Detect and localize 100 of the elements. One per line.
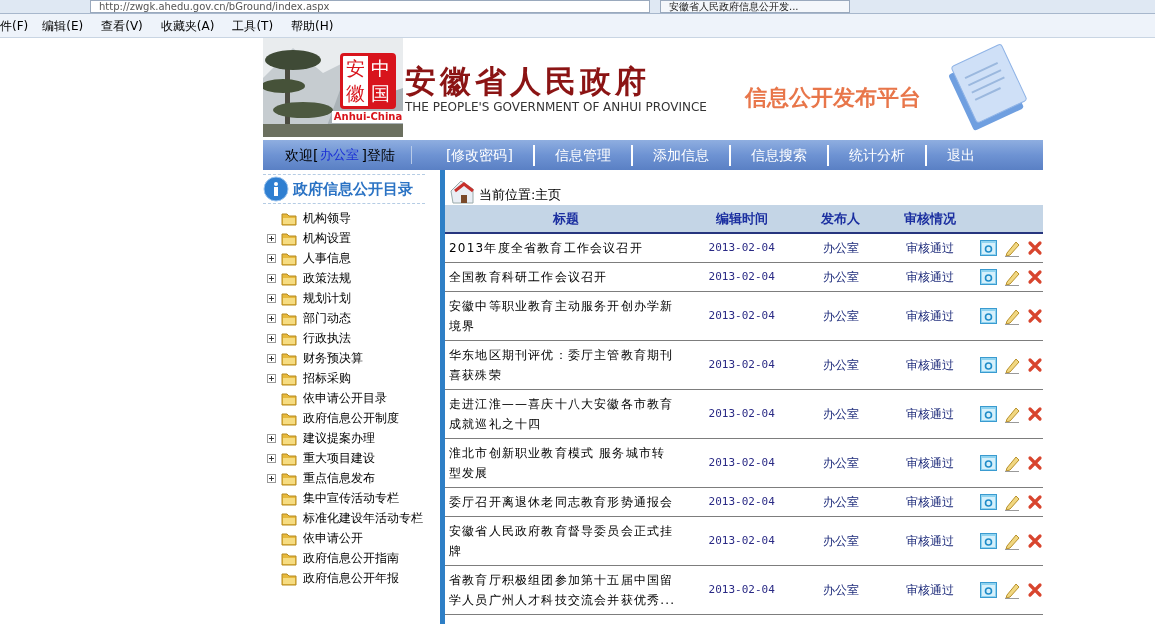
column-header: 标题 xyxy=(445,205,688,233)
welcome-text: ]登陆 xyxy=(361,145,395,165)
expand-icon[interactable] xyxy=(266,453,276,463)
menu-item[interactable]: 查看(V) xyxy=(101,16,143,35)
view-icon[interactable] xyxy=(980,494,997,510)
table-cell: 审核通过 xyxy=(885,291,974,341)
folder-icon xyxy=(281,310,297,326)
pencil-icon[interactable] xyxy=(1004,268,1020,286)
view-icon[interactable] xyxy=(980,533,997,549)
tree-item[interactable]: 集中宣传活动专栏 xyxy=(303,489,399,507)
tree-item[interactable]: 政府信息公开指南 xyxy=(303,549,399,567)
table-cell: 办公室 xyxy=(796,438,886,488)
pencil-icon[interactable] xyxy=(1004,581,1020,599)
expand-icon[interactable] xyxy=(266,253,276,263)
table-cell: 2013年度全省教育工作会议召开 xyxy=(445,233,688,263)
tree-item[interactable]: 依申请公开目录 xyxy=(303,389,387,407)
delete-icon[interactable] xyxy=(1027,406,1043,422)
view-icon[interactable] xyxy=(980,357,997,373)
tree-item[interactable]: 依申请公开 xyxy=(303,529,363,547)
expand-icon[interactable] xyxy=(266,233,276,243)
table-cell: 审核通过 xyxy=(885,340,974,390)
tree-item[interactable]: 政策法规 xyxy=(303,269,351,287)
delete-icon[interactable] xyxy=(1027,533,1043,549)
expand-icon[interactable] xyxy=(266,353,276,363)
folder-icon xyxy=(281,410,297,426)
table-cell: 审核通过 xyxy=(885,233,974,263)
tree-item[interactable]: 重大项目建设 xyxy=(303,449,375,467)
table-cell: 全国教育科研工作会议召开 xyxy=(445,262,688,292)
pencil-icon[interactable] xyxy=(1004,532,1020,550)
tree-item[interactable]: 政府信息公开制度 xyxy=(303,409,399,427)
expand-icon[interactable] xyxy=(266,433,276,443)
view-icon[interactable] xyxy=(980,269,997,285)
tree-item[interactable]: 行政执法 xyxy=(303,329,351,347)
sidebar-title: 政府信息公开目录 xyxy=(293,178,413,200)
pencil-icon[interactable] xyxy=(1004,405,1020,423)
table-cell: 淮北市创新职业教育模式 服务城市转型发展 xyxy=(445,438,688,488)
folder-icon xyxy=(281,510,297,526)
tree-item[interactable]: 政府信息公开年报 xyxy=(303,569,399,587)
folder-icon xyxy=(281,470,297,486)
view-icon[interactable] xyxy=(980,308,997,324)
view-icon[interactable] xyxy=(980,240,997,256)
tree-item[interactable]: 建议提案办理 xyxy=(303,429,375,447)
table-cell: 省教育厅积极组团参加第十五届中国留学人员广州人才科技交流会并获优秀... xyxy=(445,565,688,615)
expand-icon[interactable] xyxy=(266,313,276,323)
table-cell: 办公室 xyxy=(796,389,886,439)
pencil-icon[interactable] xyxy=(1004,493,1020,511)
tree-item[interactable]: 规划计划 xyxy=(303,289,351,307)
folder-icon xyxy=(281,330,297,346)
folder-icon xyxy=(281,270,297,286)
table-cell: 办公室 xyxy=(796,262,886,292)
menu-item[interactable]: 件(F) xyxy=(0,16,29,35)
delete-icon[interactable] xyxy=(1027,494,1043,510)
column-header: 编辑时间 xyxy=(687,205,797,233)
delete-icon[interactable] xyxy=(1027,269,1043,285)
pencil-icon[interactable] xyxy=(1004,454,1020,472)
delete-icon[interactable] xyxy=(1027,455,1043,471)
table-cell: 2013-02-04 xyxy=(687,291,797,341)
folder-icon xyxy=(281,210,297,226)
table-cell: 审核通过 xyxy=(885,487,974,517)
tree-item[interactable]: 财务预决算 xyxy=(303,349,363,367)
address-field[interactable]: http://zwgk.ahedu.gov.cn/bGround/index.aspx xyxy=(90,0,650,13)
tree-item[interactable]: 招标采购 xyxy=(303,369,351,387)
table-cell: 2013-02-04 xyxy=(687,262,797,292)
header-cell xyxy=(974,205,1043,233)
table-cell: 走进江淮——喜庆十八大安徽各市教育成就巡礼之十四 xyxy=(445,389,688,439)
tree-item[interactable]: 机构领导 xyxy=(303,209,351,227)
site-subtitle: THE PEOPLE'S GOVERNMENT OF ANHUI PROVINCE xyxy=(405,99,707,114)
expand-icon[interactable] xyxy=(266,333,276,343)
menu-item[interactable]: 收藏夹(A) xyxy=(160,16,215,35)
expand-icon[interactable] xyxy=(266,273,276,283)
table-cell: 委厅召开离退休老同志教育形势通报会 xyxy=(445,487,688,517)
table-cell: 2013-02-04 xyxy=(687,389,797,439)
platform-title: 信息公开发布平台 xyxy=(744,83,921,112)
pencil-icon[interactable] xyxy=(1004,307,1020,325)
column-header: 发布人 xyxy=(796,205,886,233)
delete-icon[interactable] xyxy=(1027,582,1043,598)
menu-item[interactable]: 帮助(H) xyxy=(291,16,334,35)
column-header: 审核情况 xyxy=(885,205,974,233)
delete-icon[interactable] xyxy=(1027,357,1043,373)
tree-item[interactable]: 标准化建设年活动专栏 xyxy=(303,509,423,527)
folder-icon xyxy=(281,370,297,386)
tree-item[interactable]: 机构设置 xyxy=(303,229,351,247)
folder-icon xyxy=(281,530,297,546)
tree-item[interactable]: 人事信息 xyxy=(303,249,351,267)
view-icon[interactable] xyxy=(980,406,997,422)
delete-icon[interactable] xyxy=(1027,308,1043,324)
menu-item[interactable]: 编辑(E) xyxy=(42,16,84,35)
view-icon[interactable] xyxy=(980,582,997,598)
tree-item[interactable]: 部门动态 xyxy=(303,309,351,327)
view-icon[interactable] xyxy=(980,455,997,471)
pencil-icon[interactable] xyxy=(1004,239,1020,257)
tree-item[interactable]: 重点信息发布 xyxy=(303,469,375,487)
table-cell: 安徽省人民政府教育督导委员会正式挂牌 xyxy=(445,516,688,566)
pencil-icon[interactable] xyxy=(1004,356,1020,374)
expand-icon[interactable] xyxy=(266,293,276,303)
expand-icon[interactable] xyxy=(266,373,276,383)
delete-icon[interactable] xyxy=(1027,240,1043,256)
expand-icon[interactable] xyxy=(266,473,276,483)
menu-item[interactable]: 工具(T) xyxy=(232,16,274,35)
browser-tab[interactable]: 安徽省人民政府信息公开发... xyxy=(660,0,850,13)
